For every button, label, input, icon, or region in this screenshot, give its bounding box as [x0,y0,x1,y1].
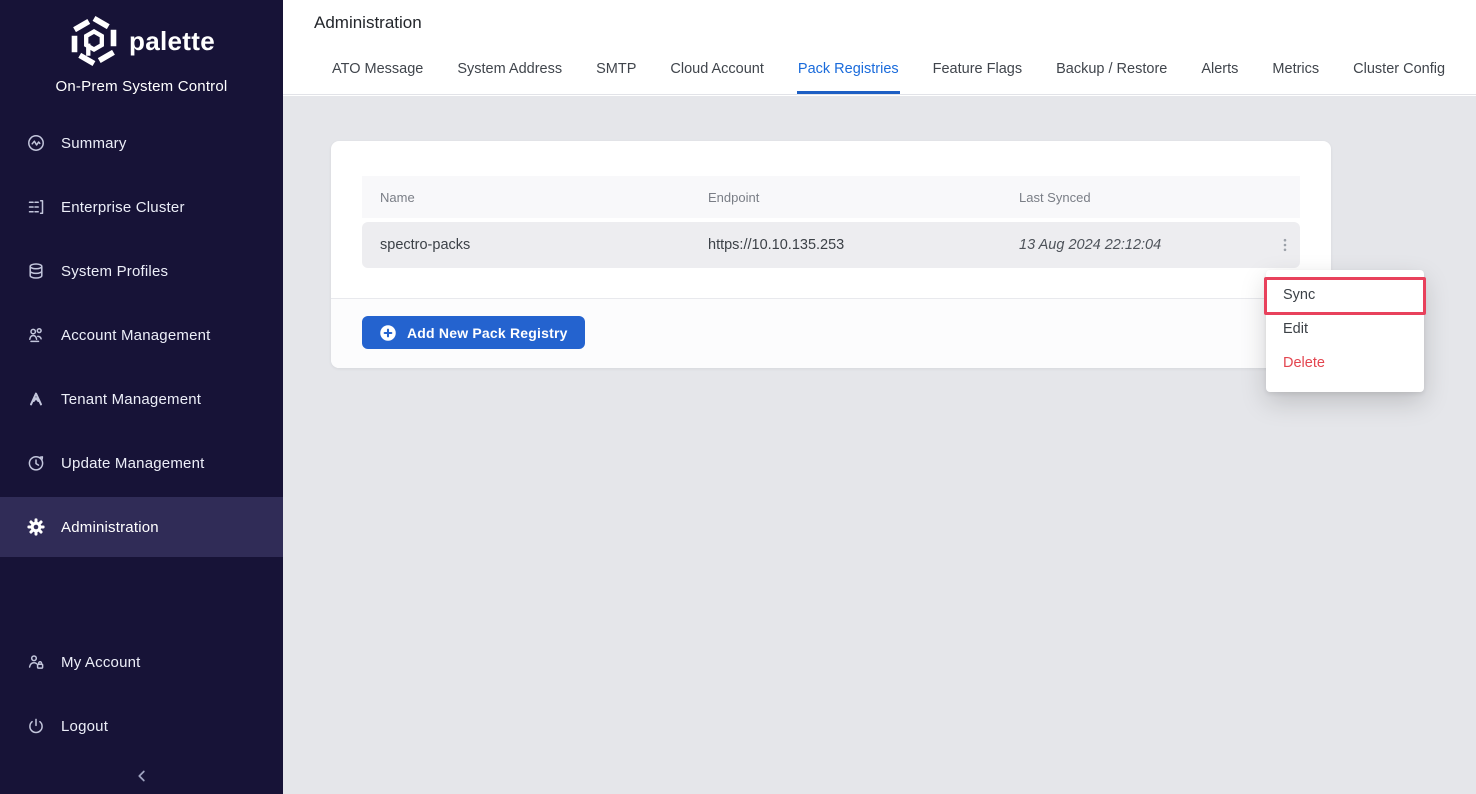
cluster-icon [26,197,46,217]
tab-system-address[interactable]: System Address [456,51,563,94]
column-header-endpoint: Endpoint [690,190,1001,205]
palette-logo-icon [68,15,120,67]
tab-cloud-account[interactable]: Cloud Account [669,51,765,94]
sidebar-item-system-profiles[interactable]: System Profiles [0,239,283,303]
sidebar-item-administration[interactable]: Administration [0,497,283,557]
activity-icon [26,133,46,153]
sidebar-item-update-management[interactable]: Update Management [0,431,283,495]
sidebar: palette On-Prem System Control Summary E… [0,0,283,794]
sidebar-item-label: Update Management [61,455,205,472]
tab-pack-registries[interactable]: Pack Registries [797,51,900,94]
power-icon [26,716,46,736]
database-icon [26,261,46,281]
page-title: Administration [314,13,422,33]
sidebar-item-label: Logout [61,718,108,735]
content-area: Name Endpoint Last Synced spectro-packs … [283,96,1476,794]
sidebar-item-my-account[interactable]: My Account [0,630,283,694]
tab-bar: ATO Message System Address SMTP Cloud Ac… [331,51,1446,94]
topbar: Administration ATO Message System Addres… [283,0,1476,95]
gear-icon [26,517,46,537]
sidebar-item-logout[interactable]: Logout [0,694,283,758]
cell-endpoint: https://10.10.135.253 [690,237,1001,253]
table-row[interactable]: spectro-packs https://10.10.135.253 13 A… [362,222,1300,268]
app-root: palette On-Prem System Control Summary E… [0,0,1476,794]
sidebar-item-label: Account Management [61,327,211,344]
cell-last-synced: 13 Aug 2024 22:12:04 [1001,237,1270,253]
table-header-row: Name Endpoint Last Synced [362,176,1300,218]
sidebar-item-label: Administration [61,519,159,536]
sidebar-header: palette On-Prem System Control [0,0,283,101]
sidebar-item-tenant-management[interactable]: Tenant Management [0,367,283,431]
add-pack-registry-label: Add New Pack Registry [407,325,568,341]
menu-item-sync[interactable]: Sync [1266,278,1424,312]
tab-smtp[interactable]: SMTP [595,51,637,94]
tab-feature-flags[interactable]: Feature Flags [932,51,1023,94]
sidebar-footer-nav: My Account Logout [0,630,283,758]
sidebar-item-summary[interactable]: Summary [0,111,283,175]
row-kebab-menu-button[interactable] [1270,237,1300,253]
sidebar-item-label: Summary [61,135,127,152]
menu-item-edit[interactable]: Edit [1266,312,1424,346]
tab-ato-message[interactable]: ATO Message [331,51,424,94]
history-icon [26,453,46,473]
tab-alerts[interactable]: Alerts [1200,51,1239,94]
sidebar-item-account-management[interactable]: Account Management [0,303,283,367]
kebab-icon [1277,237,1293,253]
plus-circle-icon [379,324,397,342]
sidebar-item-label: Tenant Management [61,391,201,408]
brand: palette [0,10,283,72]
tenant-icon [26,389,46,409]
card-footer: Add New Pack Registry [331,298,1331,368]
registries-table: Name Endpoint Last Synced spectro-packs … [362,176,1300,268]
tab-backup-restore[interactable]: Backup / Restore [1055,51,1168,94]
users-icon [26,325,46,345]
tab-cluster-config[interactable]: Cluster Config [1352,51,1446,94]
sidebar-item-enterprise-cluster[interactable]: Enterprise Cluster [0,175,283,239]
sidebar-item-label: System Profiles [61,263,168,280]
cell-name: spectro-packs [362,237,690,253]
sidebar-item-label: Enterprise Cluster [61,199,185,216]
tab-metrics[interactable]: Metrics [1271,51,1320,94]
column-header-last-synced: Last Synced [1001,190,1270,205]
column-header-name: Name [362,190,690,205]
main-area: Administration ATO Message System Addres… [283,0,1476,794]
sidebar-item-label: My Account [61,654,141,671]
sidebar-subtitle: On-Prem System Control [0,78,283,95]
row-context-menu: Sync Edit Delete [1266,270,1424,392]
add-pack-registry-button[interactable]: Add New Pack Registry [362,316,585,349]
user-lock-icon [26,652,46,672]
brand-name: palette [129,26,215,57]
sidebar-collapse-button[interactable] [0,762,283,790]
menu-item-delete[interactable]: Delete [1266,346,1424,380]
chevron-left-icon [133,767,151,785]
sidebar-nav: Summary Enterprise Cluster System Profil… [0,111,283,758]
pack-registries-card: Name Endpoint Last Synced spectro-packs … [331,141,1331,368]
